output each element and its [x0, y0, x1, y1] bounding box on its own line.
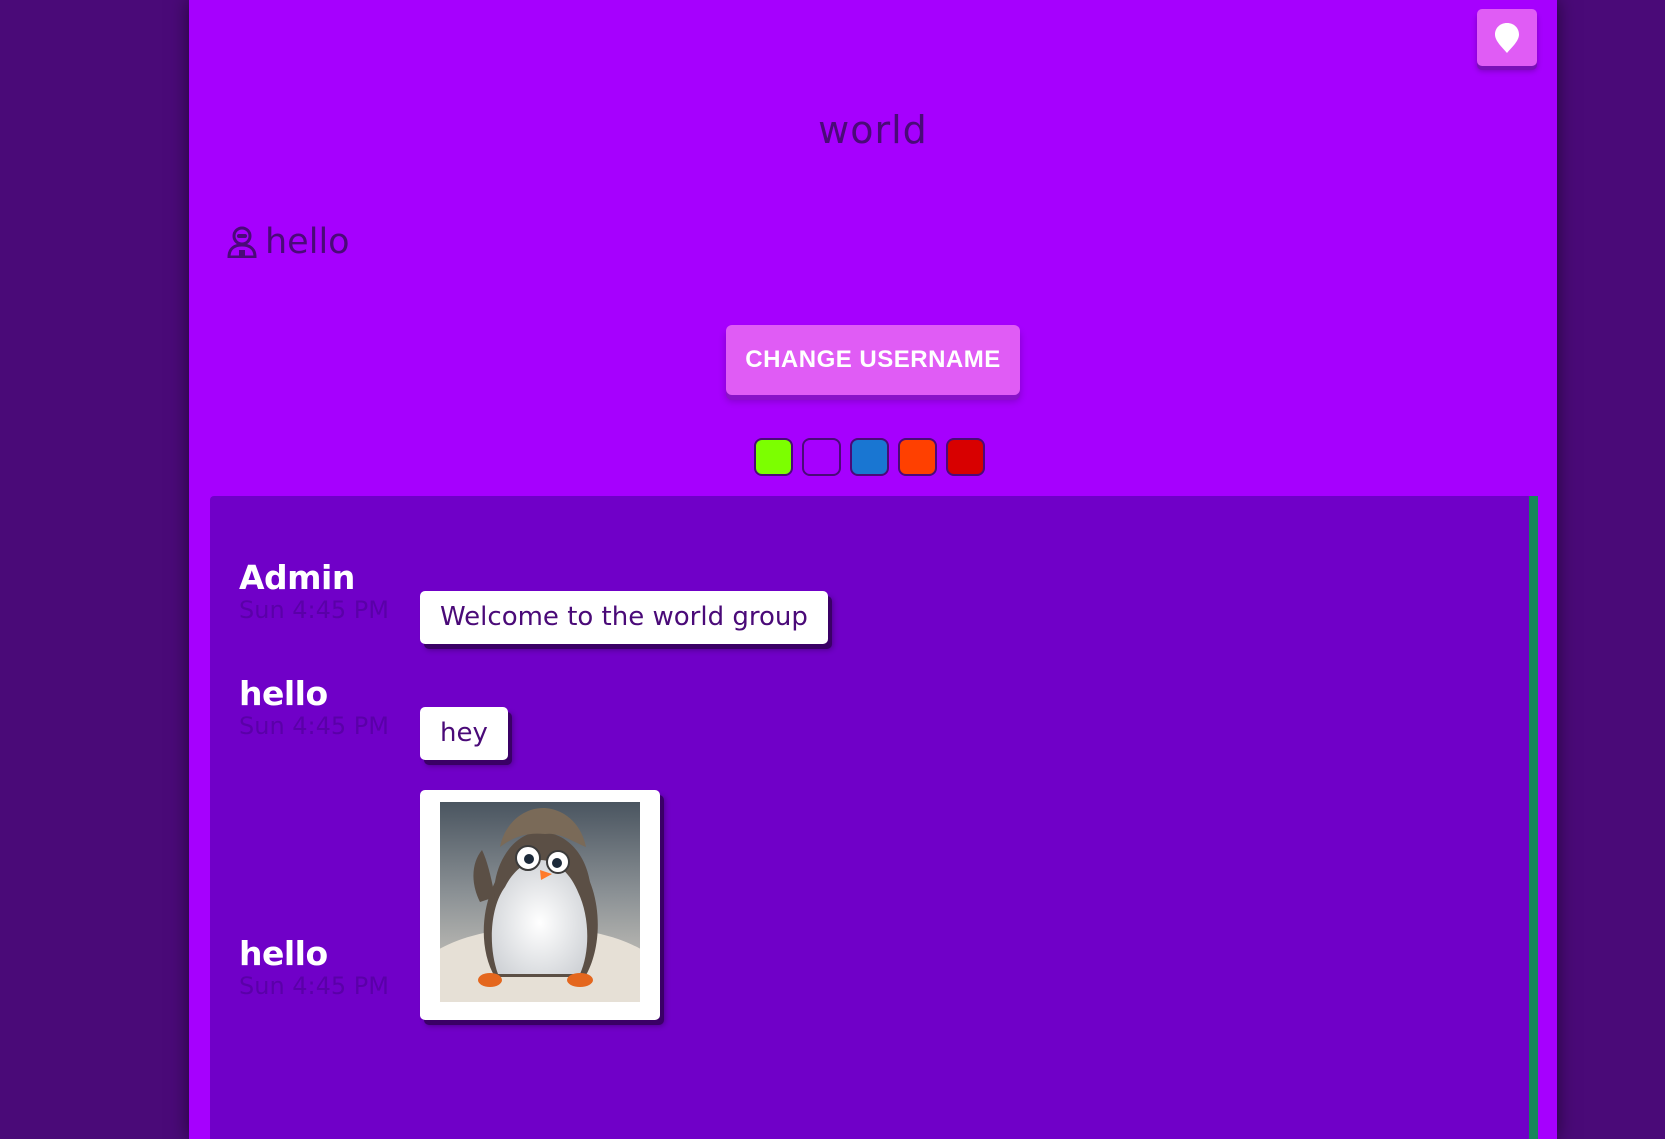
message-author: hello: [239, 934, 328, 973]
message-bubble: Welcome to the world group: [420, 591, 828, 644]
current-user: hello: [227, 222, 350, 262]
message-author: hello: [239, 674, 328, 713]
map-pin-icon: [1495, 22, 1519, 53]
color-swatch-purple[interactable]: [802, 438, 841, 476]
message-meta: hello Sun 4:45 PM: [239, 934, 389, 1001]
chat-scrollbar[interactable]: [1529, 496, 1538, 1139]
color-swatch-red[interactable]: [946, 438, 985, 476]
color-swatch-blue[interactable]: [850, 438, 889, 476]
message-time: Sun 4:45 PM: [239, 712, 389, 740]
username-label: hello: [265, 222, 350, 262]
theme-color-picker: [754, 438, 985, 476]
message-author: Admin: [239, 558, 355, 597]
message-meta: Admin Sun 4:45 PM: [239, 558, 389, 625]
message-time: Sun 4:45 PM: [239, 972, 389, 1000]
user-icon: [227, 226, 257, 258]
change-username-button[interactable]: CHANGE USERNAME: [726, 325, 1020, 395]
room-title: world: [818, 108, 928, 152]
penguin-image: [440, 802, 640, 1002]
theme-toggle-button[interactable]: [1477, 9, 1537, 66]
message-time: Sun 4:45 PM: [239, 596, 389, 624]
chat-app: world hello CHANGE USERNAME Admin Sun 4:…: [189, 0, 1557, 1139]
image-message-bubble[interactable]: [420, 790, 660, 1020]
chat-messages-panel[interactable]: Admin Sun 4:45 PM Welcome to the world g…: [210, 496, 1538, 1139]
color-swatch-orange[interactable]: [898, 438, 937, 476]
message-bubble: hey: [420, 707, 508, 760]
color-swatch-green[interactable]: [754, 438, 793, 476]
message-meta: hello Sun 4:45 PM: [239, 674, 389, 741]
